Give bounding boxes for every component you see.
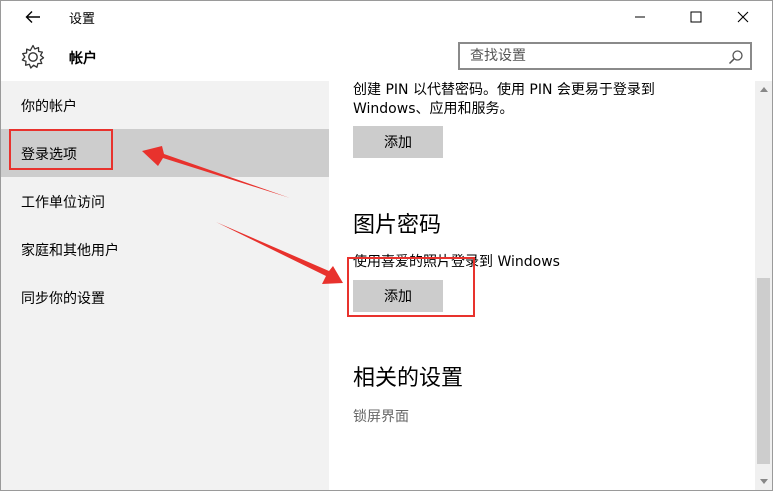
sidebar-item-label: 家庭和其他用户 [21, 243, 119, 259]
sidebar-item-work-access[interactable]: 工作单位访问 [1, 177, 329, 225]
gear-icon [21, 44, 45, 69]
page-title: 帐户 [69, 51, 97, 67]
pin-description-line: Windows、应用和服务。 [353, 101, 514, 117]
sidebar: 你的帐户 登录选项 工作单位访问 家庭和其他用户 同步你的设置 [1, 81, 329, 490]
pin-description: 创建 PIN 以代替密码。使用 PIN 会更易于登录到 Windows、应用和服… [353, 81, 723, 119]
sidebar-item-label: 工作单位访问 [21, 195, 105, 211]
minimize-button[interactable] [618, 1, 662, 33]
maximize-button[interactable] [674, 1, 718, 33]
section-title-picture-password: 图片密码 [353, 213, 442, 238]
sidebar-item-label: 同步你的设置 [21, 291, 105, 307]
scroll-up-arrow-icon [759, 87, 768, 92]
lock-screen-link[interactable]: 锁屏界面 [353, 406, 409, 426]
page-header: 帐户 [1, 33, 772, 81]
scroll-up-button[interactable] [755, 81, 772, 98]
search-input[interactable] [470, 47, 720, 65]
settings-window: 设置 帐户 你的帐户 登录选项 工作单位访问 家庭和其他用户 同步你的设置 创建… [0, 0, 773, 491]
close-button[interactable] [721, 1, 765, 33]
scroll-thumb[interactable] [757, 278, 770, 464]
scroll-down-button[interactable] [755, 473, 772, 490]
sidebar-item-label: 登录选项 [21, 147, 77, 163]
add-pin-button[interactable]: 添加 [353, 126, 443, 158]
pin-description-line: 创建 PIN 以代替密码。使用 PIN 会更易于登录到 [353, 82, 655, 98]
title-bar: 设置 [1, 1, 772, 33]
picture-password-description: 使用喜爱的照片登录到 Windows [353, 254, 560, 270]
add-picture-password-button[interactable]: 添加 [353, 280, 443, 312]
close-icon [737, 11, 749, 23]
back-button[interactable] [19, 6, 47, 28]
minimize-icon [635, 16, 645, 18]
section-title-related-settings: 相关的设置 [353, 366, 464, 391]
sidebar-item-sign-in-options[interactable]: 登录选项 [1, 129, 329, 177]
window-title: 设置 [69, 12, 96, 27]
back-arrow-icon [25, 11, 40, 23]
sidebar-item-family-users[interactable]: 家庭和其他用户 [1, 225, 329, 273]
scroll-down-arrow-icon [759, 479, 768, 484]
vertical-scrollbar[interactable] [755, 81, 772, 490]
content-pane: 创建 PIN 以代替密码。使用 PIN 会更易于登录到 Windows、应用和服… [329, 81, 755, 490]
search-icon[interactable] [728, 49, 744, 65]
sidebar-item-your-account[interactable]: 你的帐户 [1, 81, 329, 129]
sidebar-item-label: 你的帐户 [21, 99, 77, 115]
maximize-icon [690, 11, 702, 23]
sidebar-item-sync-settings[interactable]: 同步你的设置 [1, 273, 329, 321]
search-box[interactable] [458, 42, 752, 70]
